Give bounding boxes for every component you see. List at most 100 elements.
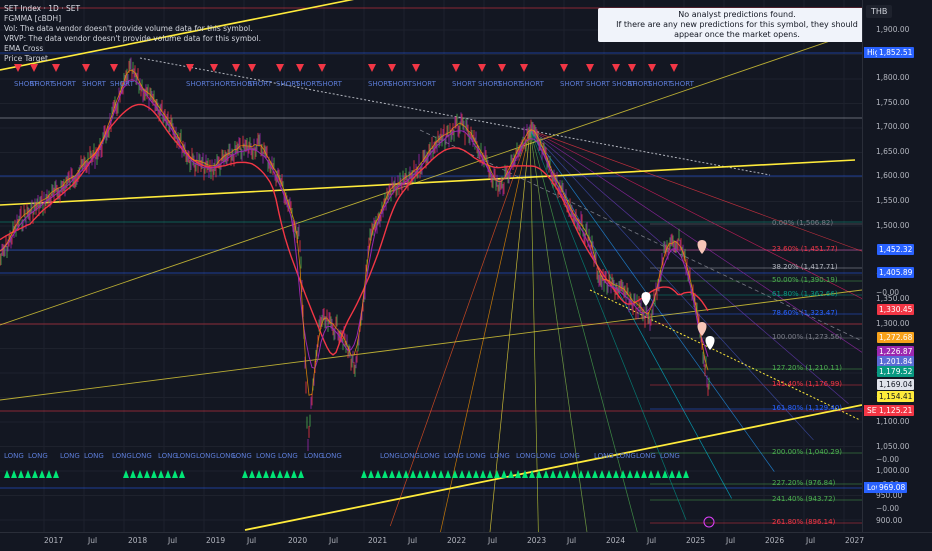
time-tick: Jul [329,536,339,545]
short-signal-label: SHORT [648,80,672,88]
channel-line-thin [0,289,862,401]
price-tick: 1,600.00 [876,171,910,180]
price-tick: 1,500.00 [876,221,910,230]
short-signal-marker [388,64,396,72]
price-tag: 1,154.41 [877,391,915,402]
analyst-notice: No analyst predictions found. If there a… [598,8,876,42]
price-tag: 1,852.51 [877,47,915,58]
long-signal-label: LONG [466,452,486,460]
legend-line-fgmma[interactable]: FGMMA [cBDH] [4,14,261,24]
fib-level-label: 261.80% (896.14) [772,518,836,526]
short-signal-marker [670,64,678,72]
short-signal-label: SHORT [318,80,342,88]
price-tick: 1,000.00 [876,466,910,475]
short-signal-marker [14,64,22,72]
short-signal-label: SHORT [30,80,54,88]
price-tag: 1,452.32 [877,244,915,255]
indicator-legend: SET Index · 1D · SET FGMMA [cBDH] Vol: T… [4,4,261,64]
time-tick: 2024 [606,536,626,545]
time-tick: Jul [88,536,98,545]
long-signal-label: LONG [232,452,252,460]
price-tick: 1,750.00 [876,98,910,107]
symbol-title[interactable]: SET Index · 1D · SET [4,4,261,14]
legend-line-price-target[interactable]: Price Target [4,54,261,64]
time-tick: Jul [168,536,178,545]
fan-line [529,129,814,441]
time-tick: Jul [647,536,657,545]
short-signal-marker [648,64,656,72]
long-signal-label: LONG [4,452,24,460]
short-signal-marker [628,64,636,72]
short-signal-label: SHORT [498,80,522,88]
long-signal-label: LONG [516,452,536,460]
time-tick: Jul [567,536,577,545]
time-tick: 2021 [368,536,388,545]
short-signal-marker [232,64,240,72]
long-signal-label: LONG [400,452,420,460]
currency-label[interactable]: THB [866,5,893,18]
price-tick: −0.00 [876,288,899,297]
fib-level-label: 0.00% (1,506.82) [772,219,834,227]
time-tick: 2026 [765,536,785,545]
short-signal-label: SHORT [520,80,544,88]
short-signal-label: SHORT [186,80,210,88]
short-signal-marker [478,64,486,72]
short-signal-label: SHORT [412,80,436,88]
channel-line-mid [0,159,856,206]
long-signal-label: LONG [420,452,440,460]
short-signal-label: SHORT [586,80,610,88]
price-target-pin [697,322,707,336]
time-tick: 2023 [527,536,547,545]
short-signal-label: SHORT [210,80,234,88]
short-signal-marker [452,64,460,72]
legend-line-vol[interactable]: Vol: The data vendor doesn't provide vol… [4,24,261,34]
price-tick: 1,550.00 [876,196,910,205]
time-tick: 2017 [44,536,64,545]
legend-line-vrvp[interactable]: VRVP: The data vendor doesn't provide vo… [4,34,261,44]
price-tag: 1,405.89 [877,267,915,278]
event-badge [703,516,715,528]
long-signal-label: LONG [158,452,178,460]
short-signal-marker [82,64,90,72]
price-tick: 900.00 [876,516,903,525]
long-signal-label: LONG [322,452,342,460]
fan-line [389,129,531,527]
legend-line-ema-cross[interactable]: EMA Cross [4,44,261,54]
short-signal-marker [318,64,326,72]
short-signal-marker [110,64,118,72]
short-signal-marker [412,64,420,72]
short-signal-label: SHORT [388,80,412,88]
price-tick: 1,650.00 [876,147,910,156]
short-signal-label: SHORT [296,80,320,88]
long-signal-label: LONG [536,452,556,460]
price-tag: 1,330.45 [877,304,915,315]
long-signal-label: LONG [594,452,614,460]
short-signal-marker [52,64,60,72]
short-signal-marker [560,64,568,72]
channel-line-lower [244,404,862,531]
price-tick: −0.00 [876,504,899,513]
long-signal-label: LONG [112,452,132,460]
short-signal-label: SHORT [452,80,476,88]
time-tick: Jul [806,536,816,545]
short-signal-marker [498,64,506,72]
price-tick: 1,900.00 [876,25,910,34]
long-signal-label: LONG [380,452,400,460]
notice-line-2: If there are any new predictions for thi… [616,20,858,39]
short-signal-label: SHORT [670,80,694,88]
time-tick: 2019 [206,536,226,545]
time-tick: 2027 [845,536,865,545]
time-tick: 2018 [128,536,148,545]
time-tick: Jul [247,536,257,545]
fib-level-label: 241.40% (943.72) [772,495,836,503]
fib-level-label: 227.20% (976.84) [772,479,836,487]
fan-line [529,129,775,472]
fib-level-label: 127.20% (1,210.11) [772,364,843,372]
long-signal-label: LONG [490,452,510,460]
long-signal-label: LONG [256,452,276,460]
price-target-pin [705,336,715,350]
time-tick: Jul [488,536,498,545]
long-signal-label: LONG [196,452,216,460]
time-tick: 2022 [447,536,467,545]
long-signal-label: LONG [616,452,636,460]
